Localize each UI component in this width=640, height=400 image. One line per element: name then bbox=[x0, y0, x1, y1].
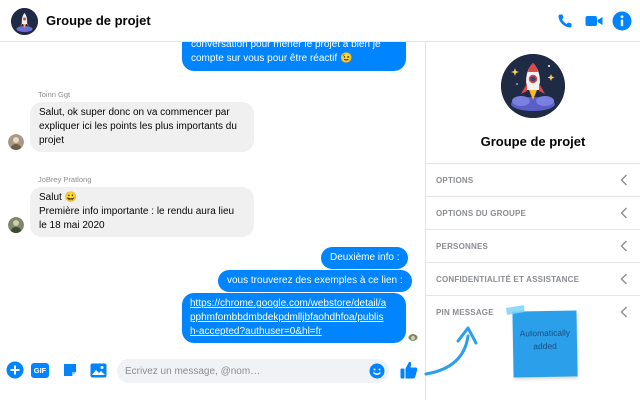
user-avatar[interactable] bbox=[8, 217, 24, 233]
thumbs-up-icon[interactable] bbox=[398, 359, 420, 381]
shared-link[interactable]: https://chrome.google.com/webstore/detai… bbox=[190, 297, 398, 339]
rocket-icon bbox=[501, 54, 565, 118]
rocket-icon bbox=[11, 8, 38, 35]
message-input-wrapper bbox=[117, 359, 389, 383]
read-receipt-avatar bbox=[408, 331, 418, 341]
menu-item-group-options[interactable]: OPTIONS DU GROUPE bbox=[426, 196, 640, 229]
message-list[interactable]: conversation pour mener le projet à bien… bbox=[0, 42, 425, 354]
message-input[interactable] bbox=[125, 364, 365, 378]
video-camera-icon[interactable] bbox=[584, 11, 604, 31]
group-avatar-large bbox=[501, 54, 565, 118]
message-bubble-incoming[interactable]: Salut 😀 Première info importante : le re… bbox=[30, 187, 254, 237]
tape-decoration bbox=[505, 305, 525, 315]
annotation-sticky-note: Automatically added bbox=[505, 305, 578, 378]
message-bubble-outgoing[interactable]: Deuxième info : bbox=[321, 247, 409, 269]
annotation-arrow bbox=[424, 326, 478, 376]
user-avatar[interactable] bbox=[8, 134, 24, 150]
sender-name: Toinn Ggt bbox=[38, 90, 71, 99]
message-bubble-outgoing[interactable]: conversation pour mener le projet à bien… bbox=[182, 42, 406, 71]
photo-icon[interactable] bbox=[89, 361, 107, 379]
sender-name: JoBrey Pratlong bbox=[38, 175, 92, 184]
chevron-left-icon bbox=[620, 207, 627, 219]
link-message-bubble[interactable]: https://chrome.google.com/webstore/detai… bbox=[182, 293, 406, 343]
message-bubble-outgoing[interactable]: vous trouverez des exemples à ce lien : bbox=[218, 270, 412, 292]
message-bubble-incoming[interactable]: Salut, ok super donc on va commencer par… bbox=[30, 102, 254, 152]
chevron-left-icon bbox=[620, 174, 627, 186]
conversation-title: Groupe de projet bbox=[46, 13, 151, 28]
info-icon[interactable] bbox=[612, 11, 632, 31]
menu-item-label: PERSONNES bbox=[436, 242, 489, 251]
menu-item-people[interactable]: PERSONNES bbox=[426, 229, 640, 262]
phone-icon[interactable] bbox=[555, 11, 575, 31]
chevron-left-icon bbox=[620, 240, 627, 252]
group-title: Groupe de projet bbox=[480, 134, 586, 149]
annotation-text: Automatically added bbox=[519, 327, 571, 352]
menu-item-label: OPTIONS bbox=[436, 176, 474, 185]
gif-icon[interactable]: GIF bbox=[31, 361, 49, 379]
group-avatar[interactable] bbox=[11, 8, 38, 35]
emoji-icon[interactable] bbox=[368, 362, 386, 380]
chevron-left-icon bbox=[620, 306, 627, 318]
menu-item-options[interactable]: OPTIONS bbox=[426, 163, 640, 196]
menu-item-privacy[interactable]: CONFIDENTIALITÉ ET ASSISTANCE bbox=[426, 262, 640, 295]
menu-item-label: OPTIONS DU GROUPE bbox=[436, 209, 527, 218]
sticker-icon[interactable] bbox=[61, 361, 79, 379]
chevron-left-icon bbox=[620, 273, 627, 285]
conversation-header: Groupe de projet bbox=[0, 0, 640, 42]
menu-item-label: CONFIDENTIALITÉ ET ASSISTANCE bbox=[436, 275, 580, 284]
plus-icon[interactable] bbox=[6, 361, 24, 379]
